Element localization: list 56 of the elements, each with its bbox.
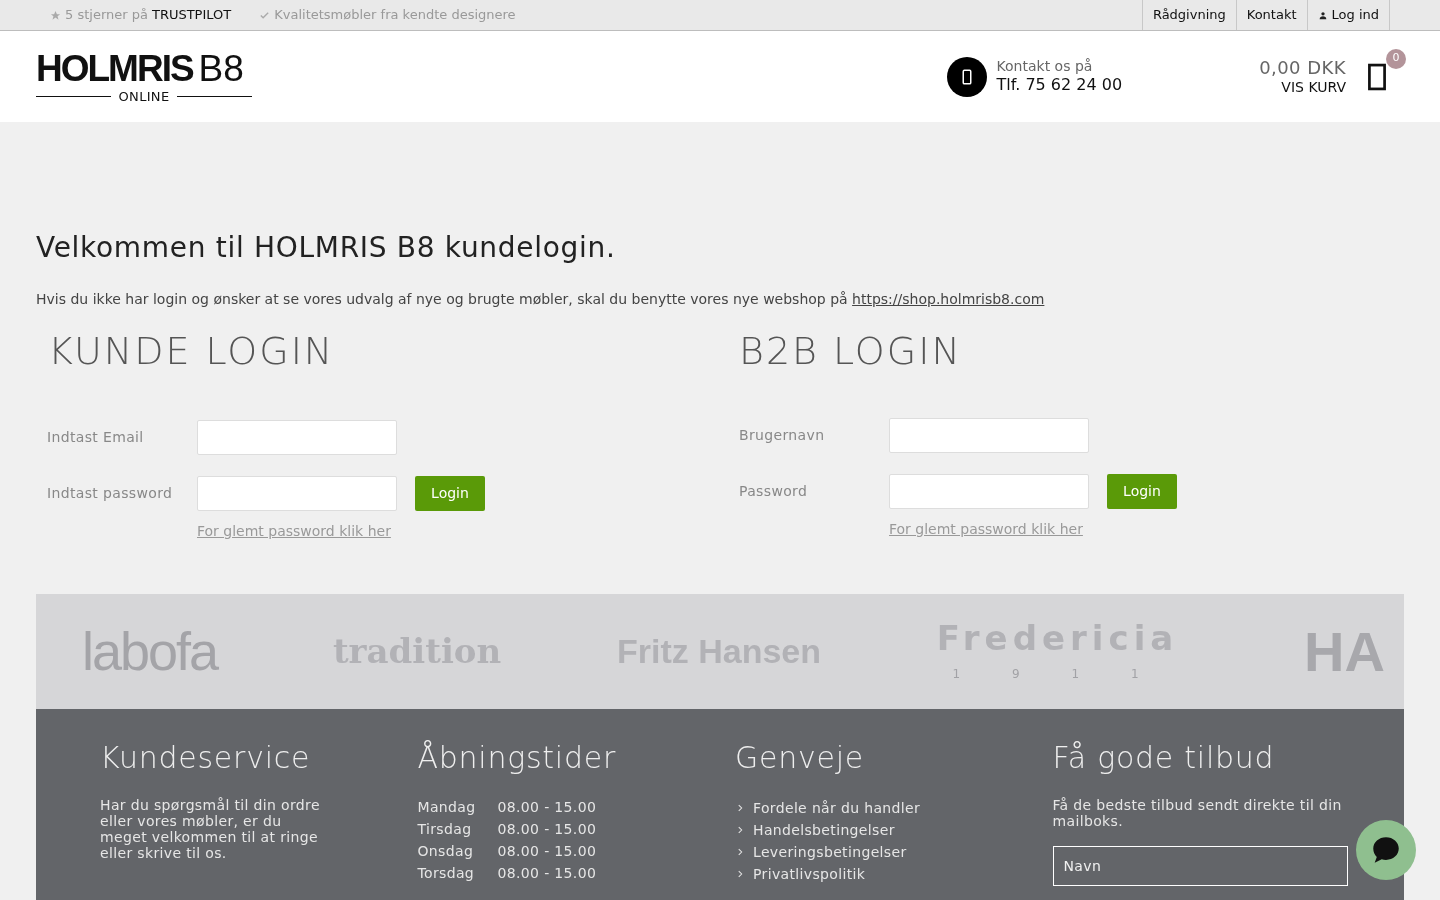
top-nav-link[interactable]: Kontakt: [1236, 0, 1308, 30]
footer-link[interactable]: Fordele når du handler: [753, 797, 921, 819]
footer-link[interactable]: Leveringsbetingelser: [753, 841, 907, 863]
logo-subtitle: ONLINE: [118, 90, 170, 103]
name-input-field[interactable]: Navn: [1052, 846, 1348, 886]
trustpilot-link[interactable]: TRUSTPILOT: [151, 5, 232, 25]
field-label: Password: [739, 482, 809, 501]
input-field[interactable]: [889, 474, 1089, 509]
weekday-label: Torsdag: [417, 864, 476, 883]
top-nav-link[interactable]: Rådgivning: [1142, 0, 1237, 30]
forgot-password-link[interactable]: For glemt password klik her: [889, 521, 1083, 537]
footer-link[interactable]: Handelsbetingelser: [753, 819, 895, 841]
footer-link[interactable]: Privatlivspolitik: [753, 863, 866, 885]
weekday-label: Tirsdag: [417, 820, 473, 839]
hours-text: 08.00 - 15.00: [497, 820, 597, 839]
cart-count-badge: 0: [1386, 48, 1406, 69]
login-button[interactable]: Login: [1107, 474, 1177, 509]
footer-text: Få de bedste tilbud sendt direkte til din mailboks.: [1052, 797, 1343, 829]
page-heading: Velkommen til HOLMRIS B8 kundelogin.: [36, 234, 617, 262]
weekday-label: Onsdag: [417, 842, 475, 861]
trust-text: 5 stjerner på: [65, 6, 148, 25]
hours-text: 08.00 - 15.00: [497, 864, 597, 883]
weekday-label: Mandag: [417, 798, 477, 817]
user-icon: [1317, 9, 1328, 21]
input-field[interactable]: [197, 476, 397, 511]
field-label: Indtast Email: [47, 428, 145, 447]
logo-suffix: B8: [198, 50, 244, 87]
hours-text: 08.00 - 15.00: [497, 842, 597, 861]
footer-text: Har du spørgsmål til din ordre eller vores møbler, er du meget velkommen til at ringe eller skrive til os.: [100, 797, 321, 861]
top-nav-link[interactable]: Log ind: [1307, 0, 1390, 30]
star-icon: [50, 9, 61, 21]
intro-text: Hvis du ikke har login og ønsker at se vores udvalg af nye og brugte møbler, skal du benytte vores nye webshop på https://shop.holmrisb8.com: [36, 292, 1046, 306]
login-button[interactable]: Login: [415, 476, 485, 511]
webshop-link[interactable]: https://shop.holmrisb8.com: [852, 291, 1045, 307]
phone-number[interactable]: Tlf. 75 62 24 00: [996, 75, 1123, 96]
hours-text: 08.00 - 15.00: [497, 798, 597, 817]
field-label: Indtast password: [47, 484, 174, 503]
chevron-icon: [735, 824, 745, 836]
input-field[interactable]: [889, 418, 1089, 453]
tagline-text: Kvalitetsmøbler fra kendte designere: [274, 6, 516, 25]
footer-heading: Kundeservice: [100, 743, 312, 773]
login-title: B2B LOGIN: [739, 332, 963, 370]
chevron-icon: [735, 868, 745, 880]
cart-total: 0,00 DKK: [1259, 56, 1346, 79]
view-cart-link[interactable]: VIS KURV: [1281, 79, 1346, 97]
check-icon: [259, 9, 271, 21]
login-title: KUNDE LOGIN: [48, 332, 336, 370]
chevron-icon: [735, 846, 745, 858]
field-label: Brugernavn: [739, 426, 826, 445]
footer-heading: Genveje: [735, 743, 865, 773]
forgot-password-link[interactable]: For glemt password klik her: [197, 523, 391, 539]
contact-label: Kontakt os på: [996, 57, 1094, 76]
input-field[interactable]: [197, 420, 397, 455]
logo-wordmark: HOLMRIS: [36, 50, 193, 87]
footer-heading: Få gode tilbud: [1052, 743, 1276, 773]
chevron-icon: [735, 802, 745, 814]
